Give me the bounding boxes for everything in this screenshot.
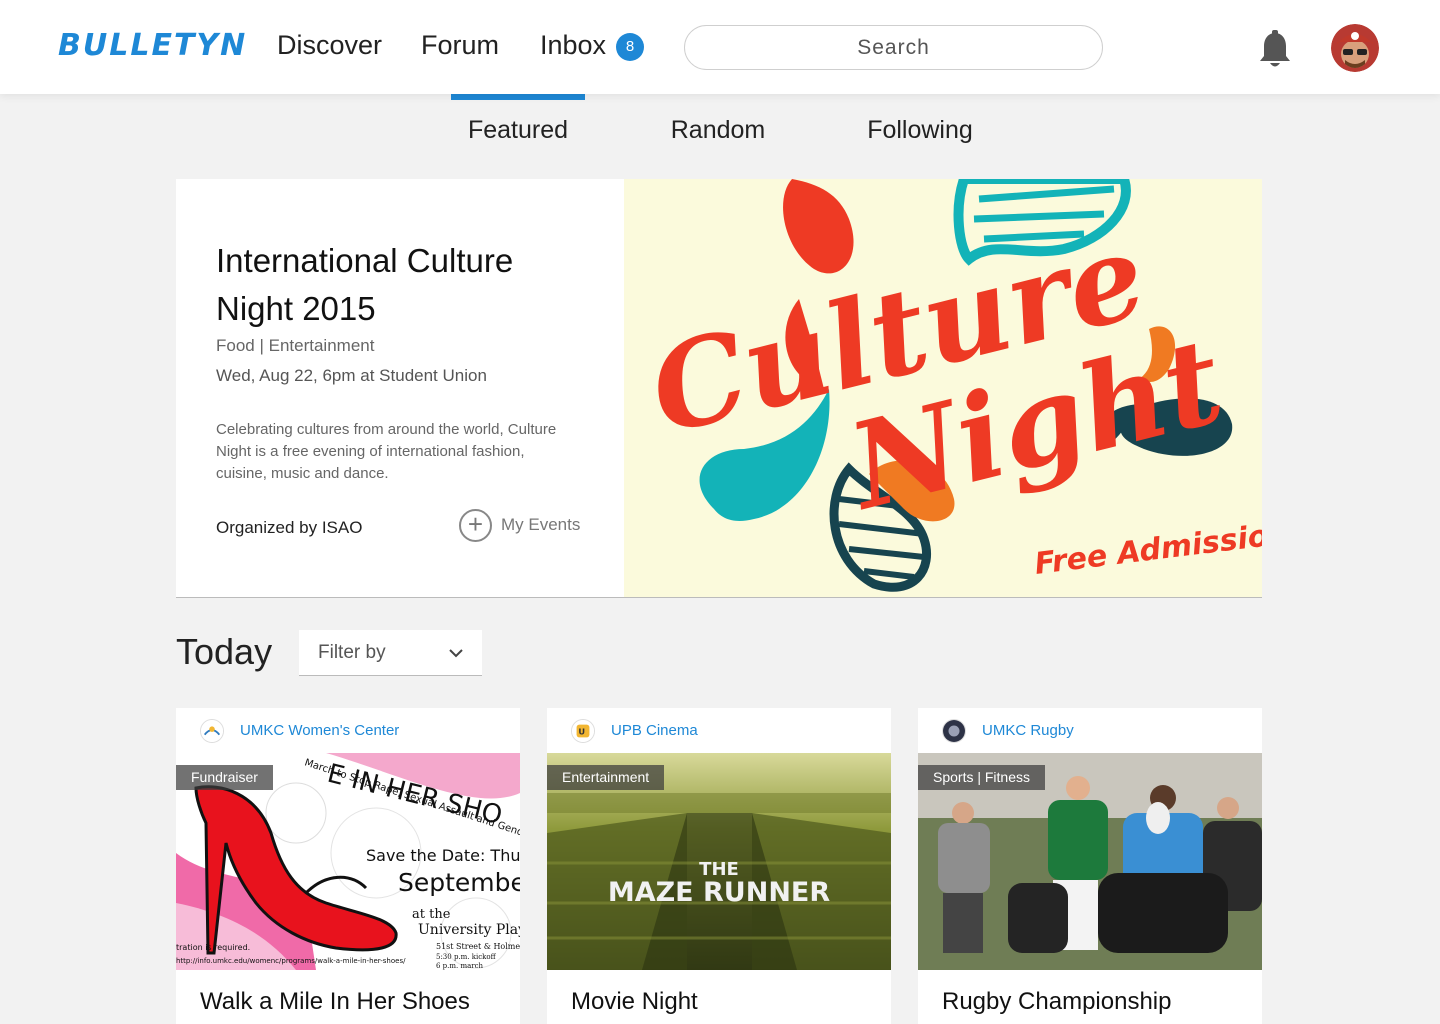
logo[interactable]: BULLETYN [58,28,247,63]
org-logo [200,719,224,743]
org-name[interactable]: UMKC Women's Center [240,722,399,739]
event-title[interactable]: Walk a Mile In Her Shoes [200,988,470,1016]
featured-event-card[interactable]: International Culture Night 2015 Food | … [176,179,1262,598]
plus-circle-icon: + [459,508,492,542]
category-tag: Sports | Fitness [918,765,1046,790]
tab-random[interactable]: Random [650,94,786,166]
flyer-at-the: at the [412,907,451,922]
featured-title[interactable]: International Culture Night 2015 [216,237,586,333]
event-title[interactable]: Rugby Championship [942,988,1171,1016]
category-tag: Fundraiser [176,765,273,790]
org-name[interactable]: UMKC Rugby [982,722,1074,739]
category-tag: Entertainment [547,765,665,790]
org-logo: U [571,719,595,743]
chevron-down-icon [449,649,463,658]
featured-description: Celebrating cultures from around the wor… [216,421,557,482]
featured-category: Food | Entertainment [216,336,375,355]
movie-poster-title: MAZE RUNNER [608,877,831,908]
event-card[interactable]: UMKC Women's Center Fundraiser E IN HER … [176,708,520,1024]
flyer-url: http://info.umkc.edu/womenc/programs/wal… [176,957,406,965]
nav-inbox[interactable]: Inbox [540,30,606,61]
event-title[interactable]: Movie Night [571,988,698,1016]
featured-date-location: Wed, Aug 22, 6pm at Student Union [216,366,487,385]
nav-forum[interactable]: Forum [421,30,499,61]
tab-featured[interactable]: Featured [451,94,585,166]
filter-label: Filter by [318,641,386,663]
flyer-kickoff: 5:30 p.m. kickoff [436,953,497,961]
avatar[interactable] [1331,24,1379,72]
flyer-month: September [398,868,520,897]
my-events-label: My Events [501,515,581,534]
filter-dropdown[interactable]: Filter by [299,630,482,676]
poster-subtitle: Free Admission [1033,516,1262,582]
bell-icon[interactable] [1257,30,1293,70]
flyer-march: 6 p.m. march [436,962,484,970]
svg-text:U: U [578,727,585,737]
tab-following[interactable]: Following [850,94,990,166]
featured-organizer[interactable]: Organized by ISAO [216,518,362,538]
event-card[interactable]: U UPB Cinema Entertainment THE MAZE RUNN… [547,708,891,1024]
add-to-my-events-button[interactable]: + My Events [459,508,580,542]
event-card[interactable]: UMKC Rugby Sports | Fitness Rugby Champi… [918,708,1262,1024]
flyer-registration: tration is required. [176,943,250,952]
top-nav-bar: BULLETYN Discover Forum Inbox 8 [0,0,1440,94]
flyer-address: 51st Street & Holmes St [436,942,520,951]
flyer-save-the-date: Save the Date: Thur [366,846,520,865]
search-input[interactable] [684,25,1103,70]
org-logo [942,719,966,743]
inbox-count-badge: 8 [616,33,644,61]
section-heading-today: Today [176,631,273,672]
nav-discover[interactable]: Discover [277,30,382,61]
org-name[interactable]: UPB Cinema [611,722,698,739]
flyer-venue: University Playho [418,922,520,938]
featured-poster-image[interactable]: Culture Night Free Admission [624,179,1262,597]
